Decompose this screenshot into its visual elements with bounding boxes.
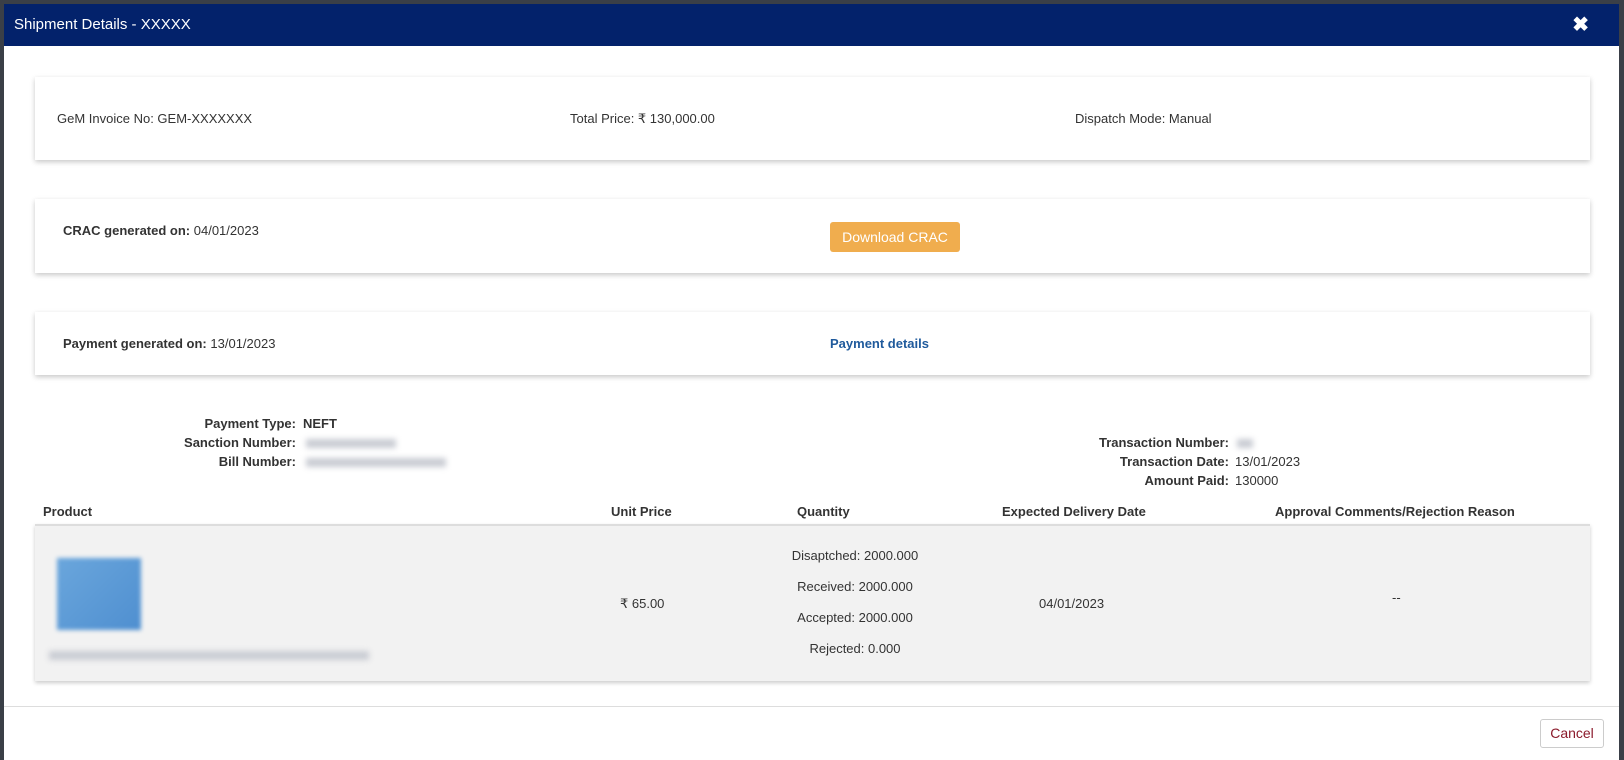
- payment-date: 13/01/2023: [210, 336, 276, 351]
- payment-type-value: NEFT: [303, 416, 337, 431]
- payment-type-label: Payment Type:: [204, 416, 296, 431]
- col-header-approval-comments: Approval Comments/Rejection Reason: [1275, 504, 1515, 519]
- amount-paid-value: 130000: [1235, 473, 1279, 488]
- payment-card: Payment generated on: 13/01/2023 Payment…: [35, 312, 1590, 375]
- transaction-date-label: Transaction Date:: [1119, 454, 1229, 469]
- shipment-details-modal: Shipment Details - XXXXX ✖ GeM Invoice N…: [4, 4, 1619, 760]
- transaction-number-value-redacted: [1237, 439, 1253, 448]
- col-header-product: Product: [43, 504, 93, 519]
- invoice-number: GeM Invoice No: GEM-XXXXXXX: [57, 111, 253, 126]
- crac-label: CRAC generated on:: [63, 223, 191, 238]
- quantity-received: Received: 2000.000: [797, 579, 913, 594]
- modal-footer: Cancel: [4, 706, 1619, 760]
- sanction-number-value-redacted: [306, 439, 396, 448]
- quantity-accepted: Accepted: 2000.000: [797, 610, 913, 625]
- modal-header: Shipment Details - XXXXX ✖: [4, 4, 1619, 46]
- bill-number-label: Bill Number:: [218, 454, 296, 469]
- payment-details-link[interactable]: Payment details: [830, 336, 929, 351]
- table-row: ₹ 65.00 Disaptched: 2000.000 Received: 2…: [35, 524, 1590, 681]
- dispatch-mode: Dispatch Mode: Manual: [1075, 111, 1212, 126]
- payment-label: Payment generated on:: [63, 336, 207, 351]
- expected-delivery-date: 04/01/2023: [1039, 596, 1105, 611]
- approval-comments: --: [1392, 590, 1401, 605]
- amount-paid-label: Amount Paid:: [1144, 473, 1230, 488]
- quantity-dispatched: Disaptched: 2000.000: [791, 548, 919, 563]
- crac-card: CRAC generated on: 04/01/2023 Download C…: [35, 199, 1590, 273]
- quantity-rejected: Rejected: 0.000: [809, 641, 901, 656]
- col-header-unit-price: Unit Price: [611, 504, 672, 519]
- product-name-redacted[interactable]: [49, 651, 369, 660]
- bill-number-value-redacted: [306, 458, 446, 467]
- modal-title: Shipment Details - XXXXX: [14, 16, 191, 33]
- unit-price: ₹ 65.00: [620, 596, 665, 611]
- close-icon[interactable]: ✖: [1572, 12, 1589, 37]
- invoice-summary-card: GeM Invoice No: GEM-XXXXXXX Total Price:…: [35, 77, 1590, 160]
- crac-date: 04/01/2023: [193, 223, 259, 238]
- product-image[interactable]: [57, 558, 141, 630]
- cancel-button[interactable]: Cancel: [1540, 719, 1604, 748]
- sanction-number-label: Sanction Number:: [184, 435, 296, 450]
- total-price: Total Price: ₹ 130,000.00: [570, 111, 715, 126]
- download-crac-button[interactable]: Download CRAC: [830, 222, 960, 252]
- transaction-date-value: 13/01/2023: [1235, 454, 1301, 469]
- col-header-quantity: Quantity: [797, 504, 850, 519]
- col-header-expected-delivery: Expected Delivery Date: [1002, 504, 1146, 519]
- transaction-number-label: Transaction Number:: [1098, 435, 1229, 450]
